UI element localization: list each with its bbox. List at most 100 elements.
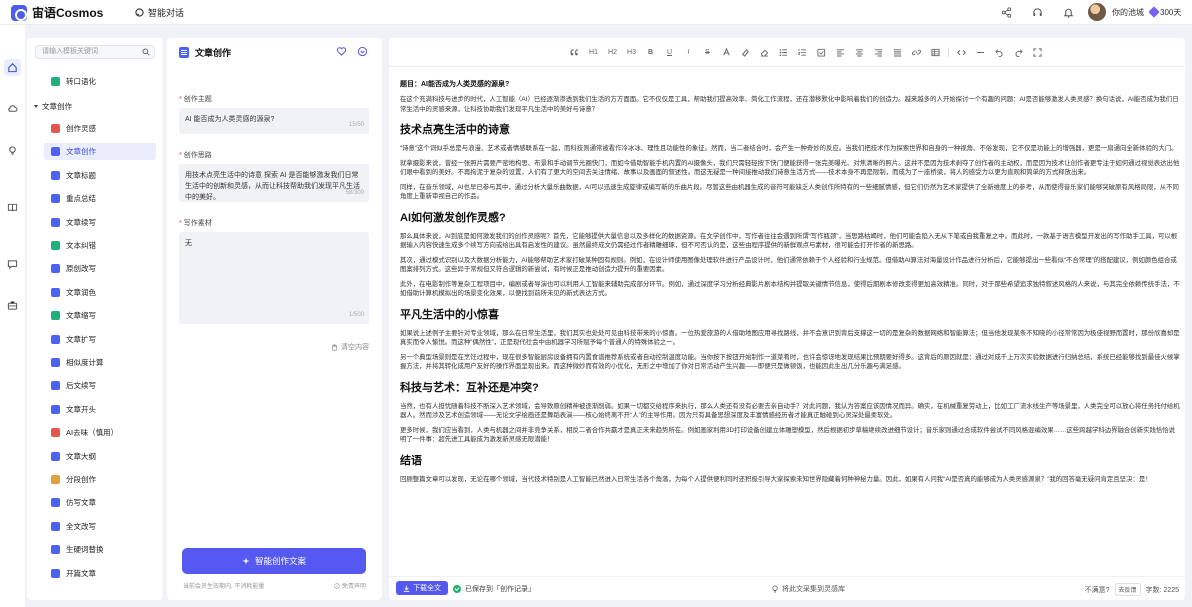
menu-item-label: 全文改写 [66,521,96,531]
menu-item[interactable]: 文章扩写 [44,331,156,348]
material-count: 1/500 [348,312,364,318]
menu-item[interactable]: 文章润色 [44,284,156,301]
menu-item[interactable]: 创作灵感 [44,120,156,137]
topic-count: 15/50 [348,122,364,128]
menu-item-label: 文章续写 [66,217,96,227]
align-right-icon[interactable] [869,45,888,59]
menu-item[interactable]: 生硬词替换 [44,541,156,558]
heading-3-button[interactable]: H3 [622,45,641,59]
menu-item[interactable]: 相似度计算 [44,354,156,371]
menu-item[interactable]: 全文改写 [44,518,156,535]
section-paragraph: 如果说上述例子主要针对专业领域，那么在日常生活里，我们其实也处处可见由科技带来的… [400,329,1180,347]
ordered-list-icon[interactable] [793,45,812,59]
search-icon[interactable] [142,48,150,56]
idea-count: 58/300 [345,190,364,196]
menu-item[interactable]: 原创改写 [44,260,156,277]
disclaimer-link[interactable]: 免责声明 [334,581,366,590]
heading-2-button[interactable]: H2 [603,45,622,59]
menu-item[interactable]: 文章大纲 [44,448,156,465]
feedback-button[interactable]: 去反馈 [1114,583,1141,596]
bold-button[interactable]: B [641,45,660,59]
topic-value: AI 能否成为人类灵感的源泉? [185,116,275,123]
template-icon [51,124,60,133]
spark-icon [242,557,250,565]
link-icon[interactable] [907,45,926,59]
bullet-list-icon[interactable] [774,45,793,59]
template-icon [51,568,60,578]
menu-item-label: 生硬词替换 [66,545,104,555]
bulb-icon[interactable] [4,142,21,159]
collect-link[interactable]: 将此文采集到灵感库 [771,584,845,594]
smart-chat-tab[interactable]: 智能对话 [135,6,184,19]
download-button[interactable]: 下载全文 [396,581,448,595]
redo-icon[interactable] [1009,45,1028,59]
code-icon[interactable] [952,45,971,59]
document-icon [179,47,189,58]
material-input[interactable]: 无 1/500 [179,232,369,324]
align-justify-icon[interactable] [888,45,907,59]
editor-panel: H1 H2 H3 B U I S 题目：AI能否成为人类灵感的源泉? 在这个充满… [389,38,1185,600]
avatar[interactable] [1088,3,1106,21]
app-logo[interactable]: 宙语Cosmos [11,4,103,21]
highlight-icon[interactable] [736,45,755,59]
lightbulb-icon [772,585,778,593]
menu-item[interactable]: 重点总结 [44,190,156,207]
template-icon [51,147,60,157]
menu-item[interactable]: 分段创作 [44,471,156,488]
generate-button[interactable]: 智能创作文案 [182,548,366,574]
menu-item-label: 文章润色 [66,287,96,297]
cloud-icon[interactable] [4,100,21,117]
app-name: 宙语Cosmos [32,6,104,20]
text-color-icon[interactable] [717,45,736,59]
toolbox-icon[interactable] [4,297,21,314]
headset-icon[interactable] [1029,4,1045,20]
collapse-icon[interactable] [357,46,368,57]
idea-input[interactable]: 用技术点亮生活中的诗意 探索 AI 是否能够激发我们日常生活中的创新和灵感，从而… [179,164,369,202]
menu-item[interactable]: 仿写文章 [44,494,156,511]
article-content[interactable]: 题目：AI能否成为人类灵感的源泉? 在这个充满科技与进步的时代，人工智能（AI）… [400,79,1180,489]
align-center-icon[interactable] [850,45,869,59]
heading-1-button[interactable]: H1 [584,45,603,59]
quote-icon[interactable] [565,45,584,59]
bell-icon[interactable] [1060,4,1076,20]
toolbar-divider-line [389,66,1185,67]
undo-icon[interactable] [990,45,1009,59]
fullscreen-icon[interactable] [1028,45,1047,59]
clear-button[interactable]: 清空内容 [331,342,369,352]
menu-item-oral[interactable]: 转口语化 [44,73,156,90]
book-icon[interactable] [4,199,21,216]
template-icon [51,545,60,555]
topic-input[interactable]: AI 能否成为人类灵感的源泉? 15/50 [179,108,369,134]
menu-item[interactable]: 文章标题 [44,167,156,184]
clear-label: 清空内容 [341,344,369,351]
message-icon[interactable] [4,256,21,273]
vip-badge[interactable]: 300天 [1148,6,1181,18]
user-menu[interactable]: 你的池城 300天 [1088,3,1181,21]
template-search-input[interactable]: 请输入模板关键词 [35,45,155,59]
home-icon[interactable] [4,59,21,76]
align-left-icon[interactable] [831,45,850,59]
menu-item[interactable]: 开篇文章 [44,565,156,582]
menu-item[interactable]: 文本纠错 [44,237,156,254]
task-list-icon[interactable] [812,45,831,59]
menu-item[interactable]: AI去味（慎用） [44,424,156,441]
share-icon[interactable] [998,4,1014,20]
section-heading: 平凡生活中的小惊喜 [400,308,499,321]
menu-item[interactable]: 文章续写 [44,214,156,231]
heart-icon[interactable] [336,46,347,57]
underline-button[interactable]: U [660,45,679,59]
menu-item[interactable]: 文章开头 [44,401,156,418]
menu-item[interactable]: 后文续写 [44,377,156,394]
strikethrough-button[interactable]: S [698,45,717,59]
menu-item[interactable]: 文章创作 [44,143,156,161]
satisfied-label: 不满意? [1084,586,1110,594]
user-name: 你的池城 [1112,7,1144,17]
table-icon[interactable] [926,45,945,59]
divider-icon[interactable] [971,45,990,59]
download-icon [403,585,410,592]
menu-group-article[interactable]: 文章创作 [34,101,72,112]
menu-item-label: 重点总结 [66,194,96,204]
italic-button[interactable]: I [679,45,698,59]
eraser-icon[interactable] [755,45,774,59]
menu-item[interactable]: 文章缩写 [44,307,156,324]
